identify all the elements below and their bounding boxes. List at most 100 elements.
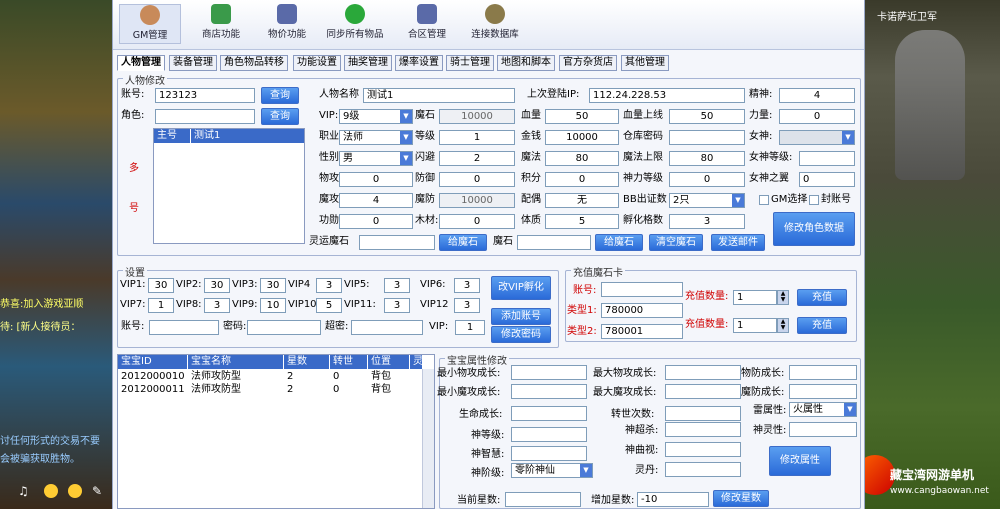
dodge-input[interactable]: 2 — [439, 151, 515, 166]
type1-input[interactable]: 780000 — [601, 303, 683, 318]
hatch-slots-input[interactable]: 3 — [669, 214, 745, 229]
goddess-wing-input[interactable]: 0 — [799, 172, 855, 187]
multi-account-list[interactable]: 主号 测试1 — [153, 128, 305, 244]
give-magic-stone-button[interactable]: 给魔石 — [595, 234, 643, 251]
clear-magic-stone-button[interactable]: 清空魔石 — [649, 234, 703, 251]
life-growth-input[interactable] — [511, 406, 587, 421]
brush-icon[interactable]: ✎ — [92, 484, 106, 498]
pet-col-header[interactable]: 位置 — [368, 355, 409, 369]
divine-rank-select[interactable]: 零阶神仙 ▼ — [511, 463, 593, 478]
set-password-input[interactable] — [247, 320, 321, 335]
vip-hatch-input[interactable]: 3 — [454, 278, 480, 293]
toolbar-db-button[interactable]: 连接数据库 — [461, 4, 529, 44]
goddess-level-input[interactable] — [799, 151, 855, 166]
recharge1-button[interactable]: 充值 — [797, 289, 847, 306]
qty2-stepper[interactable]: ▲ ▼ — [777, 318, 789, 333]
pet-col-header[interactable]: 转世 — [330, 355, 367, 369]
tab-lottery[interactable]: 抽奖管理 — [344, 55, 392, 71]
max-matk-growth-input[interactable] — [665, 384, 741, 399]
vip-hatch-input[interactable]: 10 — [260, 298, 286, 313]
warehouse-pwd-input[interactable] — [669, 130, 745, 145]
hp-max-input[interactable]: 50 — [669, 109, 745, 124]
query-role-button[interactable]: 查询 — [261, 108, 299, 125]
emoji-icon[interactable] — [44, 484, 58, 498]
job-select[interactable]: 法师 ▼ — [339, 130, 413, 145]
gold-input[interactable]: 10000 — [545, 130, 619, 145]
strength-input[interactable]: 0 — [779, 109, 855, 124]
vip-hatch-input[interactable]: 3 — [316, 278, 342, 293]
tab-character[interactable]: 人物管理 — [117, 55, 165, 71]
divine-kill-input[interactable] — [665, 422, 741, 437]
pet-col-header[interactable]: 灵? — [410, 355, 428, 369]
sex-select[interactable]: 男 ▼ — [339, 151, 413, 166]
divine-vision-input[interactable] — [665, 442, 741, 457]
vip-hatch-input[interactable]: 30 — [204, 278, 230, 293]
set-superpwd-input[interactable] — [351, 320, 423, 335]
reincarnation-input[interactable] — [665, 406, 741, 421]
name-input[interactable]: 测试1 — [363, 88, 515, 103]
type2-input[interactable]: 780001 — [601, 324, 683, 339]
merit-input[interactable]: 0 — [339, 214, 413, 229]
toolbar-shop-button[interactable]: 商店功能 — [191, 4, 251, 44]
tab-item-transfer[interactable]: 角色物品转移 — [220, 55, 288, 71]
defense-input[interactable]: 0 — [439, 172, 515, 187]
tab-other[interactable]: 其他管理 — [621, 55, 669, 71]
min-matk-growth-input[interactable] — [511, 384, 587, 399]
role-input[interactable] — [155, 109, 255, 124]
magic-stone-input[interactable]: 10000 — [439, 109, 515, 124]
current-star-input[interactable] — [505, 492, 581, 507]
pet-table[interactable]: 宝宝ID 宝宝名称 星数 转世 位置 灵? 2012000010 法师攻防型 2 0 背包 2012… — [117, 354, 435, 509]
patk-input[interactable]: 0 — [339, 172, 413, 187]
spirit-input[interactable]: 4 — [779, 88, 855, 103]
pdef-growth-input[interactable] — [789, 365, 857, 380]
goddess-select[interactable]: ▼ — [779, 130, 855, 145]
toolbar-merge-button[interactable]: 合区管理 — [397, 4, 457, 44]
magic-stone2-input[interactable] — [517, 235, 591, 250]
spirit-stone-input[interactable] — [359, 235, 435, 250]
change-password-button[interactable]: 修改密码 — [491, 326, 551, 343]
vip-hatch-input[interactable]: 3 — [204, 298, 230, 313]
vip-hatch-input[interactable]: 1 — [148, 298, 174, 313]
modify-star-button[interactable]: 修改星数 — [713, 490, 769, 507]
vip-select[interactable]: 9级 ▼ — [339, 109, 413, 124]
pet-col-header[interactable]: 星数 — [284, 355, 329, 369]
add-star-input[interactable]: -10 — [637, 492, 709, 507]
wood-input[interactable]: 0 — [439, 214, 515, 229]
bb-count-select[interactable]: 2只 ▼ — [669, 193, 745, 208]
toolbar-price-button[interactable]: 物价功能 — [257, 4, 317, 44]
give-spirit-stone-button[interactable]: 给魔石 — [439, 234, 487, 251]
tab-knight[interactable]: 骑士管理 — [446, 55, 494, 71]
account-input[interactable]: 123123 — [155, 88, 255, 103]
tab-equipment[interactable]: 装备管理 — [169, 55, 217, 71]
min-patk-growth-input[interactable] — [511, 365, 587, 380]
tab-function-settings[interactable]: 功能设置 — [293, 55, 341, 71]
level-input[interactable]: 1 — [439, 130, 515, 145]
set-vip-input[interactable]: 1 — [455, 320, 485, 335]
gm-checkbox[interactable] — [759, 195, 769, 205]
vip-hatch-input[interactable]: 3 — [384, 298, 410, 313]
set-account-input[interactable] — [149, 320, 219, 335]
points-input[interactable]: 0 — [545, 172, 619, 187]
spouse-input[interactable]: 无 — [545, 193, 619, 208]
qty2-input[interactable]: 1 — [733, 318, 777, 333]
mp-input[interactable]: 80 — [545, 151, 619, 166]
recharge2-button[interactable]: 充值 — [797, 317, 847, 334]
change-vip-hatch-button[interactable]: 改VIP孵化 — [491, 276, 551, 300]
tab-map-script[interactable]: 地图和脚本 — [497, 55, 555, 71]
matk-input[interactable]: 4 — [339, 193, 413, 208]
vip-hatch-input[interactable]: 30 — [148, 278, 174, 293]
modify-attr-button[interactable]: 修改属性 — [769, 446, 831, 476]
pet-col-header[interactable]: 宝宝ID — [118, 355, 187, 369]
emoji-icon[interactable] — [68, 484, 82, 498]
constitution-input[interactable]: 5 — [545, 214, 619, 229]
divine-level-input[interactable]: 0 — [669, 172, 745, 187]
last-ip-input[interactable]: 112.24.228.53 — [589, 88, 745, 103]
tab-official-store[interactable]: 官方杂货店 — [559, 55, 617, 71]
recharge-account-input[interactable] — [601, 282, 683, 297]
max-patk-growth-input[interactable] — [665, 365, 741, 380]
tab-drop-rate[interactable]: 爆率设置 — [395, 55, 443, 71]
mdef-input[interactable]: 10000 — [439, 193, 515, 208]
npc-figure[interactable] — [895, 30, 965, 180]
send-mail-button[interactable]: 发送邮件 — [711, 234, 765, 251]
vip-hatch-input[interactable]: 5 — [316, 298, 342, 313]
